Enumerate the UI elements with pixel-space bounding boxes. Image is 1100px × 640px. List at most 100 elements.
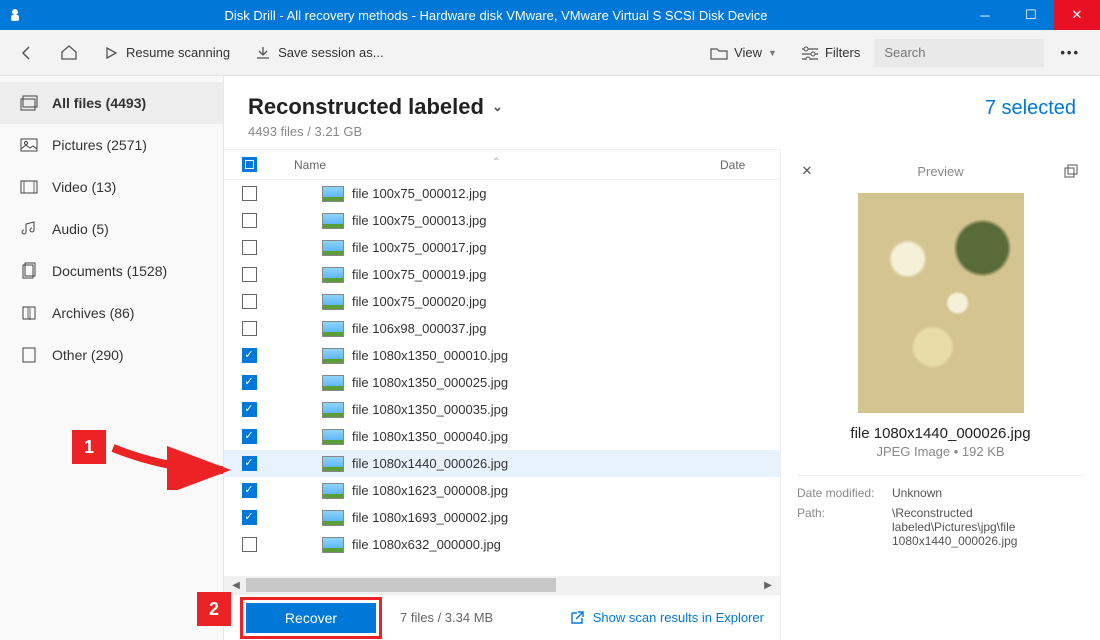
search-input[interactable] (874, 39, 1044, 67)
horizontal-scrollbar[interactable]: ◀ ▶ (224, 576, 780, 594)
file-name: file 1080x1440_000026.jpg (352, 456, 780, 471)
file-row[interactable]: ✓ file 1080x1440_000026.jpg (224, 450, 780, 477)
file-name: file 1080x1350_000040.jpg (352, 429, 780, 444)
image-file-icon (322, 294, 344, 310)
sidebar-item-documents[interactable]: Documents (1528) (0, 250, 223, 292)
resume-label: Resume scanning (126, 45, 230, 60)
file-name: file 1080x1623_000008.jpg (352, 483, 780, 498)
folder-summary: 4493 files / 3.21 GB (248, 124, 985, 139)
column-date[interactable]: Date (720, 158, 780, 172)
show-in-explorer-link[interactable]: Show scan results in Explorer (569, 610, 764, 626)
chevron-down-icon: ⌄ (492, 99, 503, 115)
row-checkbox[interactable]: ✓ (234, 429, 264, 444)
file-name: file 100x75_000012.jpg (352, 186, 780, 201)
sidebar-item-archives[interactable]: Archives (86) (0, 292, 223, 334)
image-file-icon (322, 483, 344, 499)
sidebar-item-pictures[interactable]: Pictures (2571) (0, 124, 223, 166)
file-name: file 100x75_000019.jpg (352, 267, 780, 282)
file-name: file 100x75_000017.jpg (352, 240, 780, 255)
file-row[interactable]: ✓file 1080x1350_000010.jpg (224, 342, 780, 369)
sidebar-item-video[interactable]: Video (13) (0, 166, 223, 208)
row-checkbox[interactable]: ✓ (234, 456, 264, 471)
filters-label: Filters (825, 45, 860, 60)
file-row[interactable]: ✓ file 1080x1350_000025.jpg (224, 369, 780, 396)
view-dropdown[interactable]: View ▼ (700, 38, 787, 68)
scroll-right-icon[interactable]: ▶ (760, 580, 776, 591)
file-row[interactable]: file 106x98_000037.jpg (224, 315, 780, 342)
annotation-callout-2: 2 (197, 592, 231, 626)
row-checkbox[interactable] (234, 267, 264, 282)
document-icon (20, 262, 38, 280)
file-row[interactable]: ✓file 1080x1693_000002.jpg (224, 504, 780, 531)
row-checkbox[interactable] (234, 321, 264, 336)
file-name: file 1080x632_000000.jpg (352, 537, 780, 552)
row-checkbox[interactable] (234, 186, 264, 201)
sidebar-item-label: Documents (1528) (52, 263, 167, 279)
file-row[interactable]: ✓file 1080x1350_000035.jpg (224, 396, 780, 423)
file-name: file 1080x1350_000025.jpg (352, 375, 780, 390)
file-row[interactable]: file 100x75_000013.jpg (224, 207, 780, 234)
scrollbar-thumb[interactable] (246, 578, 556, 592)
row-checkbox[interactable]: ✓ (234, 483, 264, 498)
image-file-icon (322, 429, 344, 445)
minimize-button[interactable]: ─ (962, 0, 1008, 30)
save-session-button[interactable]: Save session as... (244, 38, 394, 68)
preview-popout-button[interactable] (1064, 164, 1084, 178)
column-name[interactable]: Name⌃ (264, 158, 720, 172)
back-button[interactable] (8, 38, 46, 68)
chevron-down-icon: ▼ (768, 48, 777, 58)
image-file-icon (322, 321, 344, 337)
view-label: View (734, 45, 762, 60)
more-button[interactable]: ••• (1048, 45, 1092, 60)
file-name: file 100x75_000013.jpg (352, 213, 780, 228)
sidebar-item-label: All files (4493) (52, 95, 146, 111)
folder-title-dropdown[interactable]: Reconstructed labeled ⌄ (248, 94, 985, 120)
row-checkbox[interactable] (234, 213, 264, 228)
maximize-button[interactable]: ☐ (1008, 0, 1054, 30)
resume-scanning-button[interactable]: Resume scanning (92, 38, 240, 68)
file-row[interactable]: ✓ file 1080x1350_000040.jpg (224, 423, 780, 450)
sidebar-item-other[interactable]: Other (290) (0, 334, 223, 376)
home-button[interactable] (50, 38, 88, 68)
sidebar-item-all-files[interactable]: All files (4493) (0, 82, 223, 124)
scroll-left-icon[interactable]: ◀ (228, 580, 244, 591)
sidebar-item-label: Archives (86) (52, 305, 134, 321)
row-checkbox[interactable] (234, 240, 264, 255)
home-icon (60, 44, 78, 62)
row-checkbox[interactable] (234, 294, 264, 309)
row-checkbox[interactable]: ✓ (234, 375, 264, 390)
file-row[interactable]: file 100x75_000019.jpg (224, 261, 780, 288)
selection-summary: 7 files / 3.34 MB (400, 610, 493, 625)
recover-button[interactable]: Recover (246, 603, 376, 633)
file-row[interactable]: file 100x75_000017.jpg (224, 234, 780, 261)
file-row[interactable]: file 1080x632_000000.jpg (224, 531, 780, 558)
sidebar-item-audio[interactable]: Audio (5) (0, 208, 223, 250)
column-header: Name⌃ Date (224, 150, 780, 180)
row-checkbox[interactable]: ✓ (234, 510, 264, 525)
preview-panel: ✕ Preview file 1080x1440_000026.jpg JPEG… (780, 149, 1100, 640)
content: Reconstructed labeled ⌄ 4493 files / 3.2… (224, 76, 1100, 640)
date-modified-label: Date modified: (797, 486, 892, 500)
file-row[interactable]: ✓ file 1080x1623_000008.jpg (224, 477, 780, 504)
window-title: Disk Drill - All recovery methods - Hard… (30, 8, 962, 23)
preview-close-button[interactable]: ✕ (797, 163, 817, 179)
save-session-label: Save session as... (278, 45, 384, 60)
close-button[interactable]: ✕ (1054, 0, 1100, 30)
row-checkbox[interactable] (234, 537, 264, 552)
image-file-icon (322, 456, 344, 472)
file-list: Name⌃ Date file 100x75_000012.jpgfile 10… (224, 149, 780, 640)
image-file-icon (322, 267, 344, 283)
file-name: file 100x75_000020.jpg (352, 294, 780, 309)
image-file-icon (322, 213, 344, 229)
archive-icon (20, 304, 38, 322)
select-all-checkbox[interactable] (234, 157, 264, 172)
filters-button[interactable]: Filters (791, 38, 870, 68)
recover-highlight: Recover (240, 597, 382, 639)
toolbar: Resume scanning Save session as... View … (0, 30, 1100, 76)
row-checkbox[interactable]: ✓ (234, 348, 264, 363)
file-row[interactable]: file 100x75_000012.jpg (224, 180, 780, 207)
annotation-callout-1: 1 (72, 430, 106, 464)
file-row[interactable]: file 100x75_000020.jpg (224, 288, 780, 315)
arrow-left-icon (18, 44, 36, 62)
row-checkbox[interactable]: ✓ (234, 402, 264, 417)
